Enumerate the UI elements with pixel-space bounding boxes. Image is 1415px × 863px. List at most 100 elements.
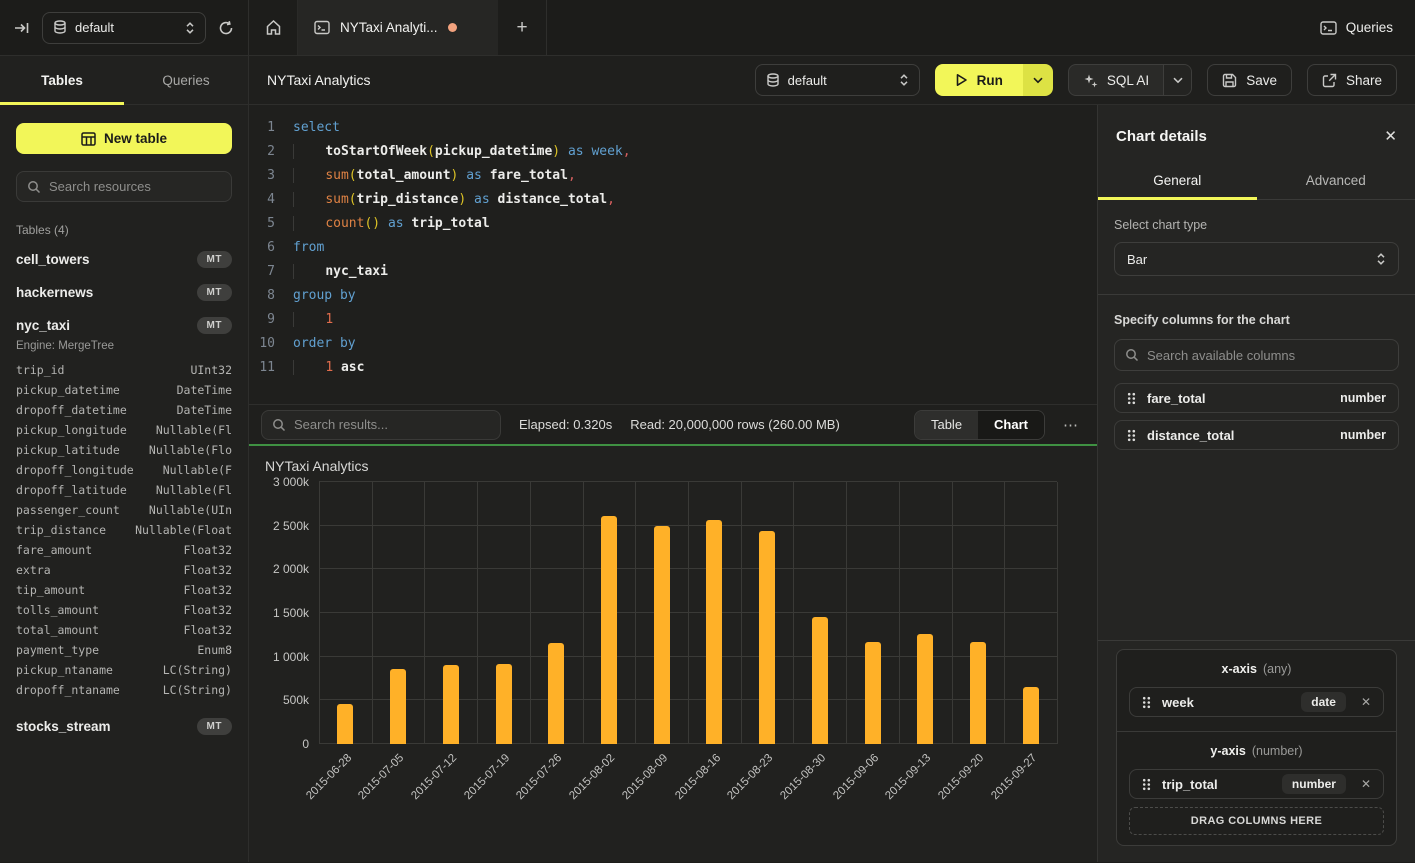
new-tab-button[interactable]: + xyxy=(498,0,546,55)
arrow-to-bar-icon xyxy=(14,20,30,36)
sidebar-tab-queries[interactable]: Queries xyxy=(124,56,248,104)
run-button[interactable]: Run xyxy=(935,64,1023,96)
axis-column-chip[interactable]: trip_totalnumber✕ xyxy=(1129,769,1384,799)
y-tick-label: 2 500k xyxy=(273,519,309,533)
chart-type-value: Bar xyxy=(1127,252,1147,267)
home-button[interactable] xyxy=(249,0,298,55)
queries-button[interactable]: Queries xyxy=(1298,0,1415,55)
share-button[interactable]: Share xyxy=(1307,64,1397,96)
column-type: UInt32 xyxy=(190,360,232,380)
bar[interactable] xyxy=(390,669,406,744)
line-number: 5 xyxy=(249,212,293,236)
sidebar-tab-tables[interactable]: Tables xyxy=(0,56,124,104)
bar[interactable] xyxy=(970,642,986,744)
tab-advanced[interactable]: Advanced xyxy=(1257,161,1415,199)
table-item[interactable]: nyc_taxiMT xyxy=(16,309,232,342)
chart-type-select[interactable]: Bar xyxy=(1114,242,1399,276)
save-button[interactable]: Save xyxy=(1207,64,1292,96)
remove-column-button[interactable]: ✕ xyxy=(1357,777,1371,791)
search-icon xyxy=(272,418,286,432)
gridline-v xyxy=(424,482,425,744)
x-tick-label: 2015-09-27 xyxy=(989,752,1039,802)
database-selector[interactable]: default xyxy=(42,12,206,44)
axis-column-chip[interactable]: weekdate✕ xyxy=(1129,687,1384,717)
column-row: tip_amountFloat32 xyxy=(16,580,232,600)
bar[interactable] xyxy=(759,531,775,744)
results-search[interactable] xyxy=(261,410,501,440)
column-name: tolls_amount xyxy=(16,600,99,620)
available-column-chip[interactable]: distance_totalnumber xyxy=(1114,420,1399,450)
x-tick-label: 2015-08-30 xyxy=(778,752,828,802)
bar[interactable] xyxy=(337,704,353,744)
drag-handle-icon xyxy=(1127,392,1136,405)
bar[interactable] xyxy=(1023,687,1039,744)
table-item[interactable]: stocks_streamMT xyxy=(16,710,232,743)
new-table-button[interactable]: New table xyxy=(16,123,232,154)
chart-view-button[interactable]: Chart xyxy=(978,411,1044,439)
sidebar-search-input[interactable] xyxy=(49,179,221,194)
bar[interactable] xyxy=(706,520,722,744)
bar[interactable] xyxy=(601,516,617,744)
drag-handle-icon xyxy=(1127,429,1136,442)
run-options-button[interactable] xyxy=(1023,64,1053,96)
close-panel-button[interactable]: ✕ xyxy=(1384,127,1397,145)
bar[interactable] xyxy=(496,664,512,744)
chevron-up-down-icon xyxy=(185,21,195,35)
x-tick-label: 2015-07-26 xyxy=(515,752,565,802)
gridline-v xyxy=(319,482,320,744)
tab-general[interactable]: General xyxy=(1098,161,1257,199)
y-axis-name: y-axis xyxy=(1210,744,1245,758)
chip-type-badge: date xyxy=(1301,692,1346,712)
document-toolbar: NYTaxi Analytics default xyxy=(249,56,1415,105)
collapse-sidebar-button[interactable] xyxy=(14,20,30,36)
refresh-button[interactable] xyxy=(218,20,234,36)
unsaved-dot xyxy=(448,23,457,32)
column-row: dropoff_ntanameLC(String) xyxy=(16,680,232,700)
chevron-up-down-icon xyxy=(899,73,909,87)
database-icon xyxy=(53,20,67,35)
query-title: NYTaxi Analytics xyxy=(267,72,370,88)
code-line: 11 1 asc xyxy=(249,356,1097,380)
table-item[interactable]: cell_towersMT xyxy=(16,243,232,276)
sql-ai-options-button[interactable] xyxy=(1163,65,1191,95)
gridline-v xyxy=(688,482,689,744)
bar[interactable] xyxy=(654,526,670,744)
column-name: payment_type xyxy=(16,640,99,660)
sidebar-content: New table Tables (4) cell_towersMThacker… xyxy=(0,105,248,761)
sql-ai-split-button: SQL AI xyxy=(1068,64,1192,96)
column-row: fare_amountFloat32 xyxy=(16,540,232,560)
chip-column-name: fare_total xyxy=(1147,391,1329,406)
remove-column-button[interactable]: ✕ xyxy=(1357,695,1371,709)
code-line: 1select xyxy=(249,116,1097,140)
drop-zone[interactable]: DRAG COLUMNS HERE xyxy=(1129,807,1384,835)
columns-search-input[interactable] xyxy=(1147,348,1388,363)
available-column-chip[interactable]: fare_total number xyxy=(1114,383,1399,413)
y-tick-label: 1 000k xyxy=(273,650,309,664)
bar[interactable] xyxy=(443,665,459,744)
code-text: nyc_taxi xyxy=(293,260,388,284)
table-view-button[interactable]: Table xyxy=(915,411,978,439)
more-options-button[interactable]: ⋯ xyxy=(1063,416,1079,434)
sidebar-search[interactable] xyxy=(16,171,232,202)
chip-column-type: number xyxy=(1340,391,1386,405)
y-tick-label: 1 500k xyxy=(273,606,309,620)
chip-column-name: trip_total xyxy=(1162,777,1271,792)
bar[interactable] xyxy=(812,617,828,745)
columns-search[interactable] xyxy=(1114,339,1399,371)
column-type: Nullable(UIn xyxy=(149,500,232,520)
chevron-down-icon xyxy=(1033,77,1043,84)
results-search-input[interactable] xyxy=(294,417,490,432)
toolbar-database-selector[interactable]: default xyxy=(755,64,920,96)
column-row: pickup_latitudeNullable(Flo xyxy=(16,440,232,460)
code-text: 1 xyxy=(293,308,333,332)
table-item[interactable]: hackernewsMT xyxy=(16,276,232,309)
sql-ai-button[interactable]: SQL AI xyxy=(1069,65,1163,95)
bar[interactable] xyxy=(917,634,933,744)
bar[interactable] xyxy=(548,643,564,744)
sql-editor[interactable]: 1select2 toStartOfWeek(pickup_datetime) … xyxy=(249,105,1097,404)
bar[interactable] xyxy=(865,642,881,744)
query-tab[interactable]: NYTaxi Analyti... xyxy=(298,0,498,55)
y-axis-items: trip_totalnumber✕ xyxy=(1129,769,1384,799)
column-name: tip_amount xyxy=(16,580,85,600)
column-row: dropoff_datetimeDateTime xyxy=(16,400,232,420)
